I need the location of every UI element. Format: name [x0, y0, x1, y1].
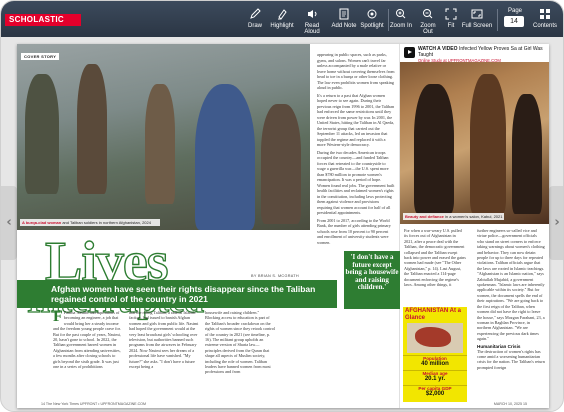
- byline: BY BRIAN S. MCGRATH: [251, 274, 299, 278]
- play-icon: [404, 47, 415, 58]
- caption-lead: Beauty and defiance: [405, 214, 444, 219]
- photo-salon-women: WATCH A VIDEO Infected Yellow Proves Sa …: [400, 44, 549, 224]
- pull-quote: 'I don't have a future except being a ho…: [344, 251, 400, 309]
- caption-text: and Taliban soldiers in northern Afghani…: [61, 220, 151, 225]
- soldier-figure: [261, 104, 301, 224]
- zoom-in-label: Zoom In: [390, 23, 413, 29]
- full-screen-button[interactable]: Full Screen: [461, 6, 493, 34]
- watch-sub: Online Study at UPFRONTMAGAZINE.COM: [418, 58, 501, 63]
- fullscreen-icon: [470, 8, 484, 20]
- article-body: F Fatima Nasimi had aspirations of becomi…: [53, 310, 353, 400]
- paragraph: It's a return to a past that Afghan wome…: [317, 92, 395, 148]
- woman-figure: [512, 94, 542, 214]
- paragraph: During the two decades American troops o…: [317, 149, 395, 216]
- next-page-button[interactable]: ›: [549, 186, 563, 260]
- burqa-figure: [195, 84, 255, 230]
- contents-icon: [538, 8, 552, 20]
- stat-value: 40 million: [421, 361, 449, 367]
- pencil-icon: [248, 8, 262, 20]
- fit-label: Fit: [447, 23, 455, 29]
- drop-cap: F: [53, 310, 63, 325]
- scholastic-logo: SCHOLASTIC: [5, 14, 81, 26]
- soldier-figure: [77, 64, 107, 194]
- footer-right: MARCH 10, 2025 15: [493, 402, 527, 406]
- body-column: that the ruling Taliban, a radical Islam…: [129, 310, 199, 369]
- add-note-label: Add Note: [331, 23, 357, 29]
- article-column: appearing in public spaces, such as park…: [311, 44, 399, 278]
- draw-button[interactable]: Draw: [245, 6, 265, 34]
- photo-burqa-woman: COVER STORY A burqa-clad woman and Talib…: [17, 44, 310, 230]
- footer-left: 14 The New York Times UPFRONT • UPFRONTM…: [41, 402, 146, 406]
- soldier-figure: [25, 74, 59, 194]
- soldier-figure: [145, 84, 175, 204]
- previous-page-button[interactable]: ‹: [1, 186, 17, 260]
- section-tag: COVER STORY: [21, 53, 60, 60]
- photo-caption: Beauty and defiance in a women's salon, …: [403, 213, 505, 220]
- stat-median-age: Median age 20.1 yr.: [403, 371, 467, 382]
- zoom-in-icon: [394, 8, 408, 20]
- woman-figure: [470, 74, 506, 214]
- spotlight-button[interactable]: Spotlight: [360, 6, 384, 34]
- zoom-in-button[interactable]: Zoom In: [390, 6, 412, 34]
- paragraph: From 2001 to 2017, according to the Worl…: [317, 217, 391, 245]
- body-text: Fatima Nasimi had aspirations of becomin…: [53, 310, 121, 370]
- spotlight-label: Spotlight: [360, 23, 384, 29]
- toolbar-divider: [497, 9, 498, 31]
- chevron-left-icon: ‹: [6, 215, 12, 230]
- stat-value: $2,000: [425, 391, 445, 397]
- photo-caption: A burqa-clad woman and Taliban soldiers …: [20, 219, 160, 226]
- page-number-input[interactable]: 14: [504, 16, 524, 27]
- zoom-out-button[interactable]: Zoom Out: [415, 6, 441, 35]
- body-text: The destruction of women's rights has co…: [477, 348, 545, 370]
- contents-label: Contents: [532, 23, 557, 29]
- afghanistan-at-a-glance: AFGHANISTAN At a Glance Population 40 mil…: [403, 307, 467, 402]
- watch-video-link[interactable]: WATCH A VIDEO Infected Yellow Proves Sa …: [400, 44, 549, 63]
- page-selector: Page 14: [504, 8, 526, 30]
- speaker-icon: [305, 8, 319, 20]
- highlight-label: Highlight: [270, 23, 294, 29]
- add-note-button[interactable]: Add Note: [331, 6, 357, 34]
- read-aloud-label: Read Aloud: [304, 23, 320, 35]
- stat-value: 20.1 yr.: [424, 376, 446, 382]
- page-label: Page: [507, 8, 522, 14]
- stat-population: Population 40 million: [403, 356, 467, 367]
- body-text: housewife and raising children." Blockin…: [205, 310, 275, 375]
- caption-text: in a women's salon, Kabul, 2021: [443, 214, 503, 219]
- full-screen-label: Full Screen: [461, 23, 493, 29]
- highlight-button[interactable]: Highlight: [269, 6, 295, 34]
- fit-icon: [444, 8, 458, 20]
- draw-label: Draw: [247, 23, 262, 29]
- zoom-out-icon: [421, 8, 435, 20]
- contents-button[interactable]: Contents: [531, 6, 559, 34]
- body-column: F Fatima Nasimi had aspirations of becomi…: [53, 310, 123, 369]
- zoom-out-label: Zoom Out: [420, 23, 436, 35]
- body-text: For when a war-weary U.S. pulled its for…: [404, 228, 466, 288]
- afghanistan-shape: [415, 327, 451, 347]
- body-text: that the ruling Taliban, a radical Islam…: [129, 310, 199, 370]
- paragraph: appearing in public spaces, such as park…: [317, 52, 395, 90]
- afghanistan-map: [407, 323, 463, 353]
- spotlight-icon: [365, 8, 379, 20]
- chevron-right-icon: ›: [554, 215, 560, 230]
- toolbar-divider: [388, 9, 389, 31]
- fit-button[interactable]: Fit: [444, 6, 458, 34]
- glance-heading: AFGHANISTAN At a Glance: [405, 308, 461, 321]
- article-deck: Afghan women have seen their rights disa…: [17, 280, 337, 308]
- note-icon: [337, 8, 351, 20]
- caption-lead: A burqa-clad woman: [22, 220, 62, 225]
- article-column: further engineers so-called vice and vir…: [475, 226, 547, 402]
- magazine-spread: COVER STORY A burqa-clad woman and Talib…: [17, 44, 549, 408]
- body-text: further engineers so-called vice and vir…: [477, 228, 545, 342]
- reader-window: SCHOLASTIC Draw Highlight Read Aloud Add…: [0, 0, 564, 412]
- woman-figure: [414, 84, 454, 214]
- page-footer: 14 The New York Times UPFRONT • UPFRONTM…: [17, 401, 549, 408]
- body-column: housewife and raising children." Blockin…: [205, 310, 275, 375]
- toolbar: SCHOLASTIC Draw Highlight Read Aloud Add…: [1, 1, 563, 37]
- stat-gdp: Per capita GDP $2,000: [403, 386, 467, 397]
- read-aloud-button[interactable]: Read Aloud: [298, 6, 326, 35]
- highlighter-icon: [275, 8, 289, 20]
